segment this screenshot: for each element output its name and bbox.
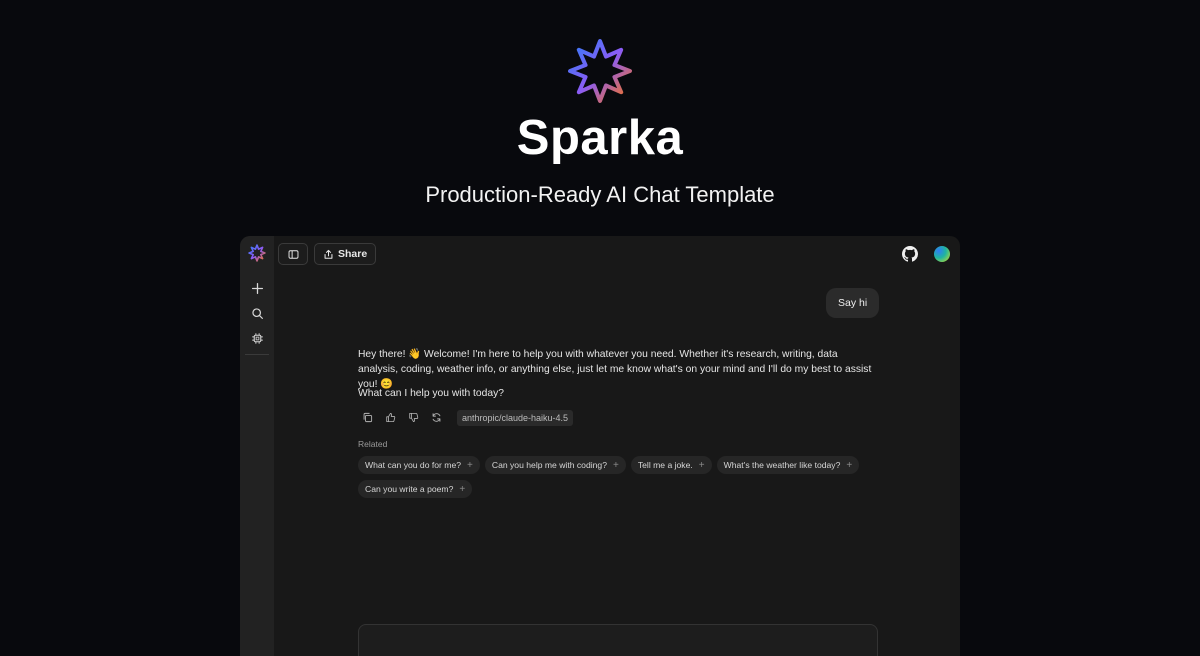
sparka-star-icon[interactable]: [248, 244, 266, 262]
new-chat-button[interactable]: [245, 276, 269, 300]
suggestion-chip[interactable]: What can you do for me? +: [358, 456, 480, 474]
sidebar-toggle-icon: [288, 249, 298, 259]
suggestion-chip[interactable]: Tell me a joke. +: [630, 456, 712, 474]
related-suggestions: What can you do for me? + Can you help me…: [358, 456, 888, 498]
share-button[interactable]: Share: [314, 243, 377, 265]
brand-tagline: Production-Ready AI Chat Template: [425, 182, 775, 207]
sidebar-toggle-button[interactable]: [278, 243, 308, 265]
github-icon[interactable]: [902, 246, 918, 262]
assistant-question: What can I help you with today?: [358, 388, 504, 399]
app-window: Share Say hi Hey there! 👋 Welcome! I'm h…: [240, 236, 960, 656]
user-message: Say hi: [826, 288, 880, 318]
sidebar: [240, 236, 274, 656]
suggestion-chip[interactable]: What's the weather like today? +: [716, 456, 860, 474]
upvote-button[interactable]: [381, 408, 400, 427]
copy-button[interactable]: [358, 408, 377, 427]
search-icon: [251, 307, 263, 319]
thumbs-down-icon: [409, 412, 419, 423]
suggestion-chip[interactable]: Can you help me with coding? +: [484, 456, 626, 474]
sidebar-divider: [245, 354, 269, 355]
thumbs-up-icon: [386, 412, 396, 423]
plus-icon: +: [698, 459, 705, 471]
sparka-logo-icon: [568, 39, 632, 103]
plus-icon: [251, 282, 263, 294]
brand-title: Sparka: [516, 111, 684, 165]
search-button[interactable]: [245, 301, 269, 325]
copy-icon: [363, 412, 373, 423]
plus-icon: +: [459, 483, 466, 495]
cpu-icon: [251, 332, 263, 344]
topbar: Share: [278, 243, 377, 265]
plus-icon: +: [467, 459, 473, 471]
plus-icon: +: [613, 459, 619, 471]
model-badge[interactable]: anthropic/claude-haiku-4.5: [457, 409, 574, 426]
regenerate-button[interactable]: [427, 408, 446, 427]
suggestion-chip[interactable]: Can you write a poem? +: [358, 480, 473, 498]
models-button[interactable]: [245, 326, 269, 350]
plus-icon: +: [846, 459, 853, 471]
chat-input[interactable]: [358, 624, 878, 656]
message-actions: anthropic/claude-haiku-4.5: [358, 408, 574, 427]
assistant-message: Hey there! 👋 Welcome! I'm here to help y…: [358, 349, 872, 390]
downvote-button[interactable]: [404, 408, 423, 427]
refresh-icon: [432, 413, 441, 422]
share-icon: [324, 249, 333, 259]
related-label: Related: [358, 439, 388, 449]
share-label: Share: [338, 248, 368, 260]
avatar[interactable]: [934, 246, 950, 262]
